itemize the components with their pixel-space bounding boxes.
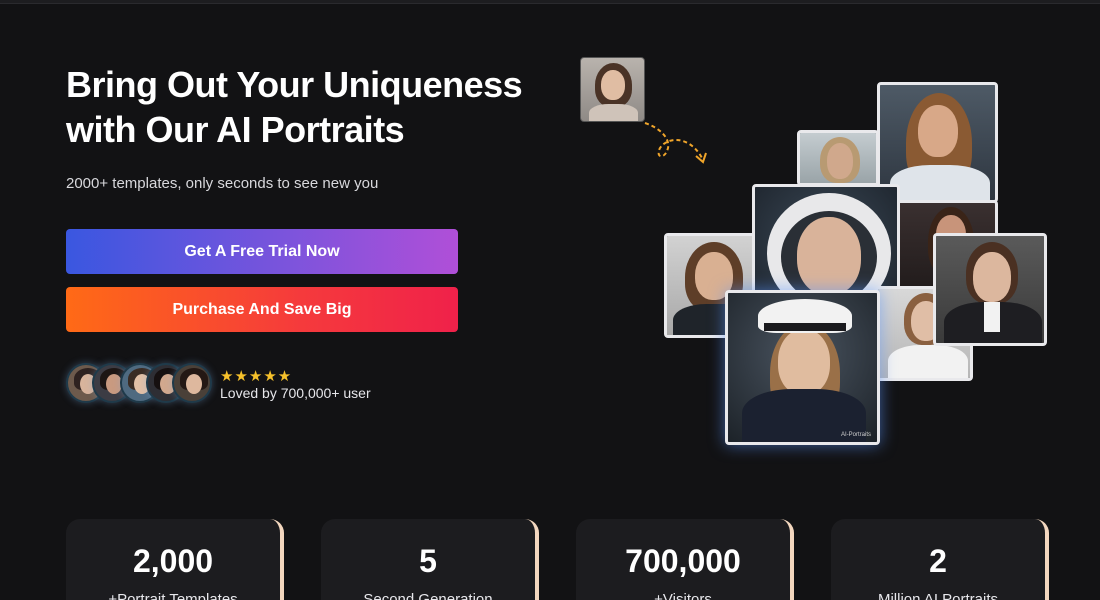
stat-card-generation: 5 Second Generation — [321, 519, 539, 600]
stat-number: 2 — [929, 543, 947, 579]
portrait-captain-featured: AI-Portraits — [725, 290, 880, 445]
stat-number: 700,000 — [625, 543, 741, 579]
loved-by-text: Loved by 700,000+ user — [220, 385, 371, 401]
stat-number: 2,000 — [132, 543, 214, 579]
stat-card-templates: 2,000 +Portrait Templates — [66, 519, 284, 600]
stat-card-visitors: 700,000 +Visitors — [576, 519, 794, 600]
stat-number: 5 — [419, 543, 437, 579]
stat-label: Million AI Portraits — [877, 591, 999, 600]
hero-title: Bring Out Your Uniqueness with Our AI Po… — [66, 64, 523, 150]
purchase-button[interactable]: Purchase And Save Big — [66, 287, 458, 332]
portrait-watermark: AI-Portraits — [840, 432, 871, 438]
avatar — [172, 363, 212, 403]
stat-card-portraits: 2 Million AI Portraits — [831, 519, 1049, 600]
source-portrait-image — [580, 57, 645, 122]
stat-label: Second Generation — [363, 591, 493, 600]
user-avatar-stack — [66, 363, 216, 405]
stat-label: +Portrait Templates — [108, 591, 238, 600]
portrait-business — [933, 233, 1047, 346]
rating-stars: ★★★★★ — [220, 368, 293, 385]
free-trial-button[interactable]: Get A Free Trial Now — [66, 229, 458, 274]
hero-subtitle: 2000+ templates, only seconds to see new… — [66, 175, 379, 192]
dashed-curved-arrow-icon — [644, 122, 707, 164]
portrait-outdoor — [797, 130, 879, 186]
stat-label: +Visitors — [654, 591, 712, 600]
top-divider — [0, 0, 1100, 4]
